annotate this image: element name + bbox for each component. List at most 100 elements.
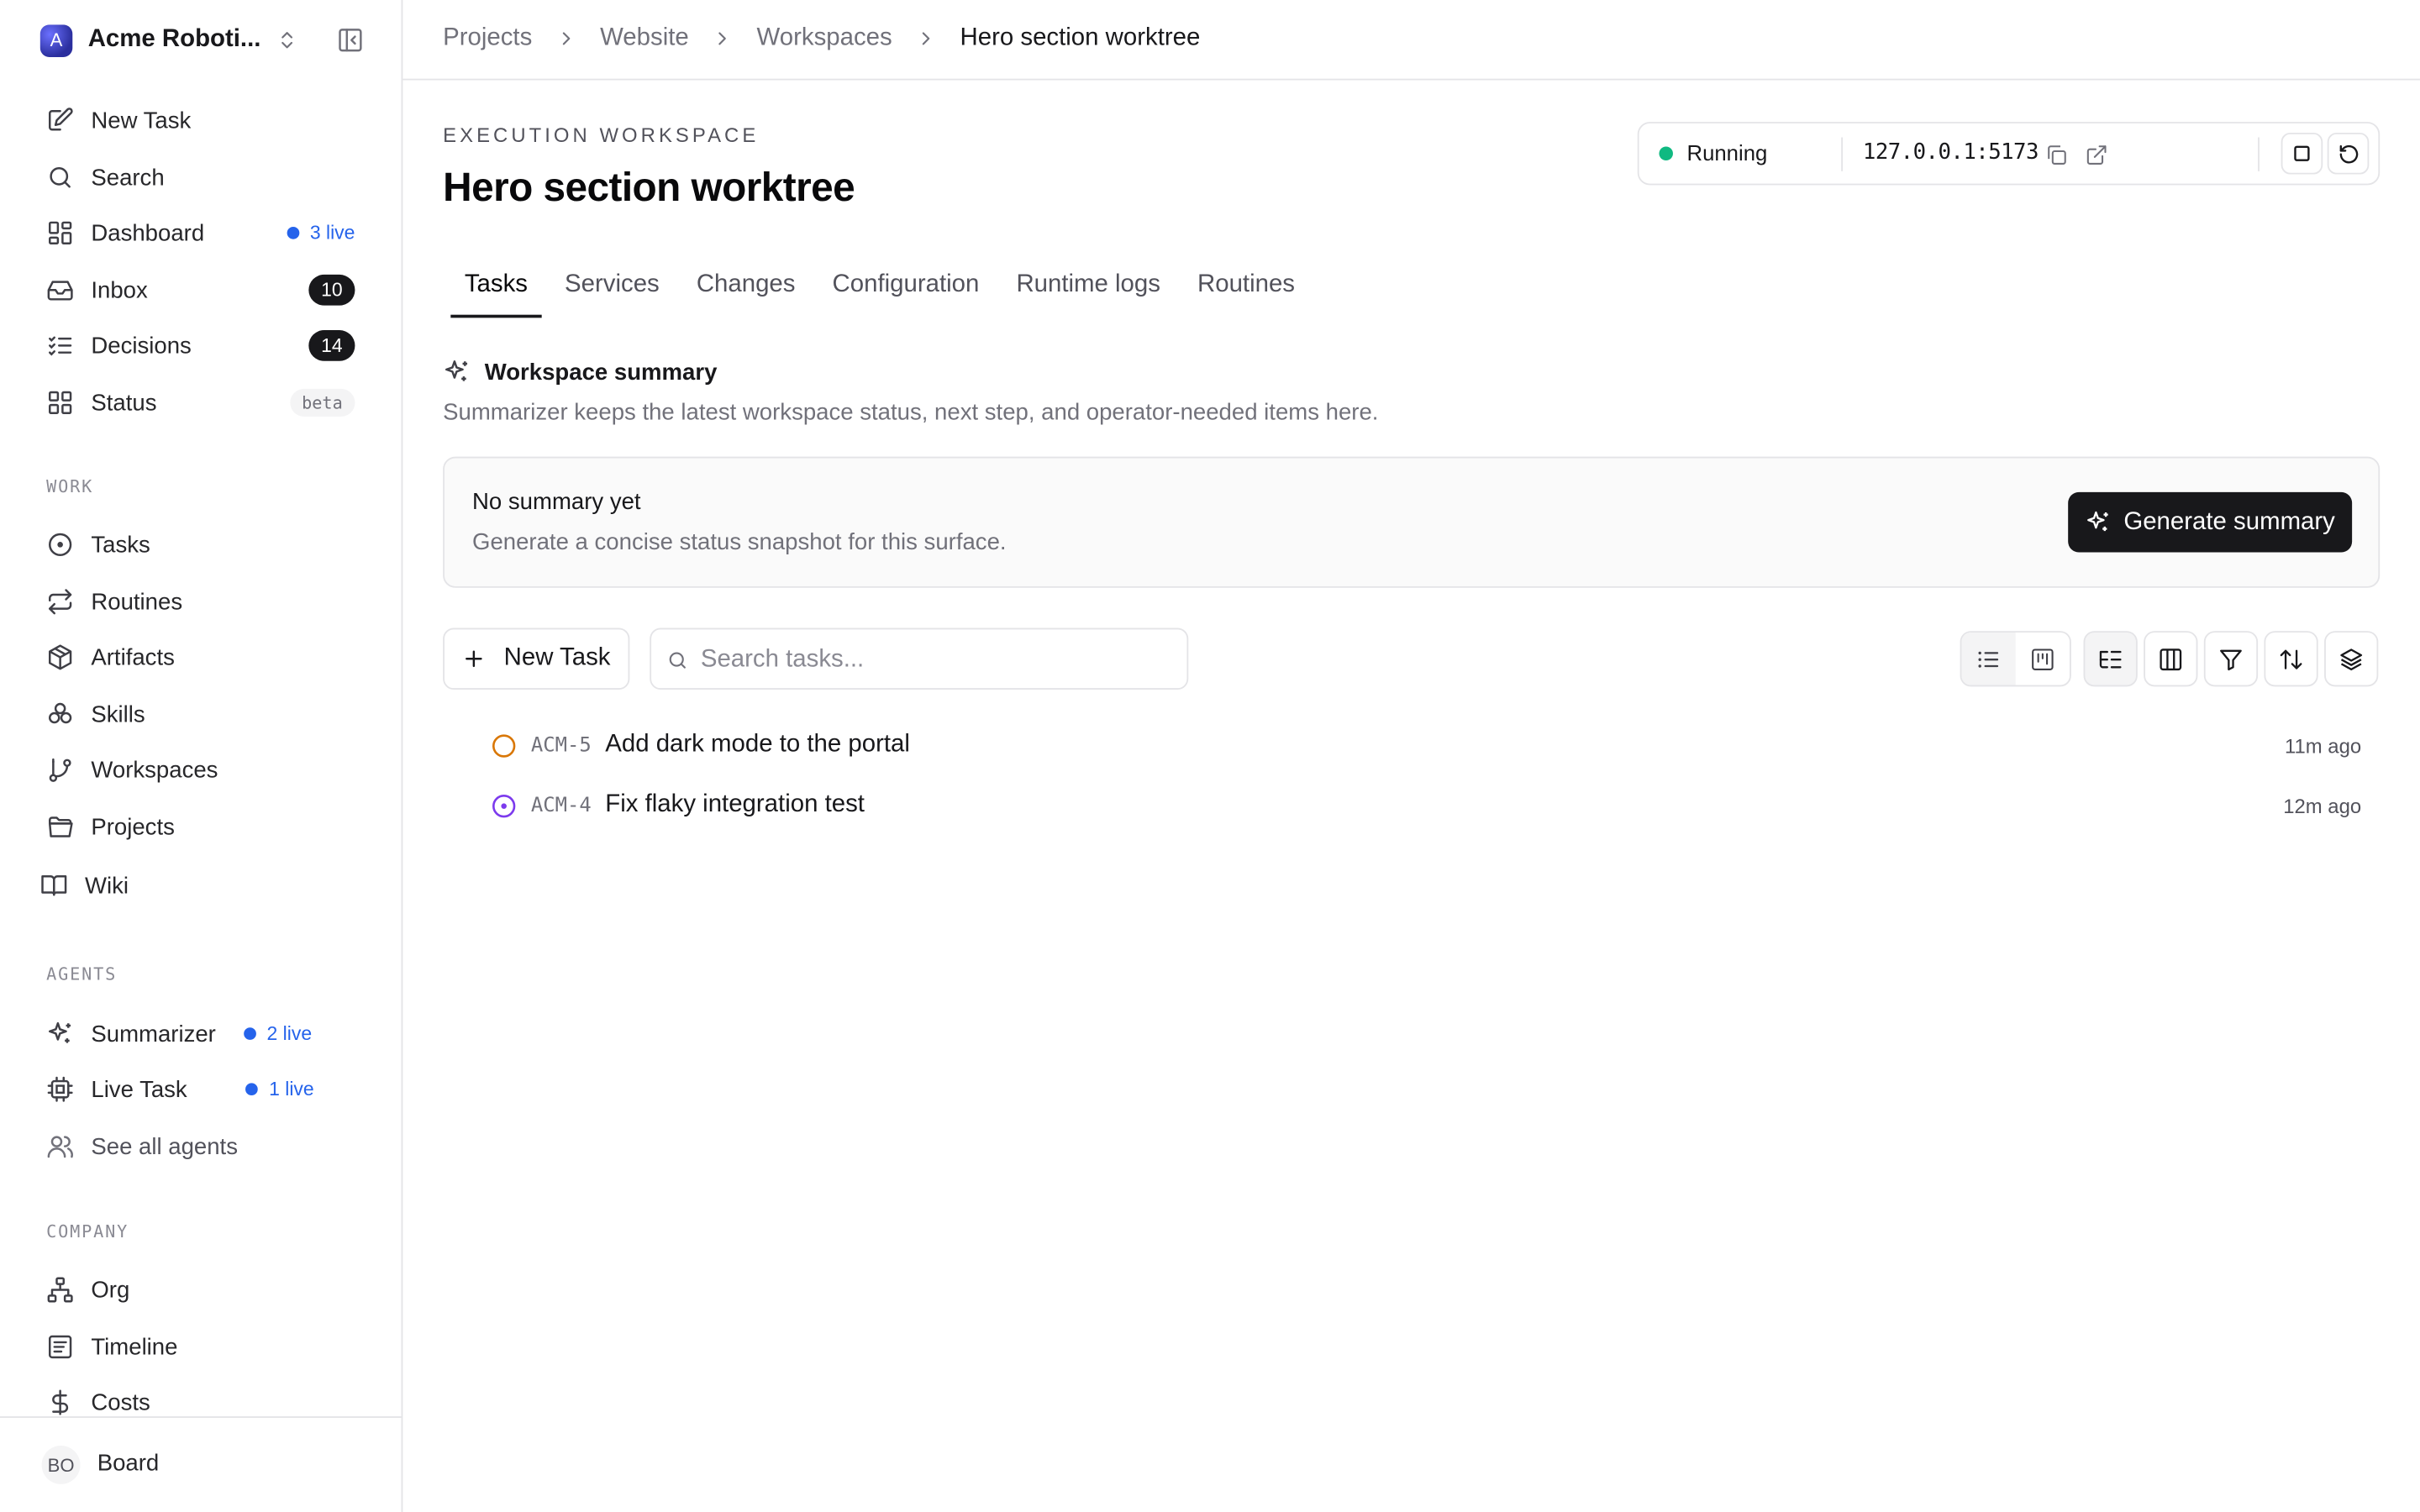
nav-label: Search [91, 164, 165, 191]
collapse-sidebar-icon[interactable] [336, 26, 364, 54]
nav-agent-live-task[interactable]: Live Task 1 live [46, 1071, 355, 1108]
breadcrumb-workspaces[interactable]: Workspaces [757, 24, 892, 52]
task-search [650, 627, 1189, 690]
chevron-right-icon [922, 32, 930, 45]
task-title: Add dark mode to the portal [605, 731, 910, 758]
new-task-button[interactable]: New Task [443, 627, 630, 690]
summary-empty-description: Generate a concise status snapshot for t… [472, 528, 1007, 556]
search-input[interactable] [700, 642, 1164, 680]
repeat-icon [48, 589, 72, 615]
chevron-right-icon [718, 32, 727, 45]
external-link-icon[interactable] [2085, 144, 2108, 167]
sort-button[interactable] [2264, 631, 2318, 687]
grid-icon [48, 391, 72, 415]
stop-icon [2294, 145, 2310, 161]
generate-summary-button[interactable]: Generate summary [2068, 491, 2353, 553]
book-icon [41, 875, 67, 896]
breadcrumb-current: Hero section worktree [960, 24, 1201, 51]
sparkles-icon [48, 1021, 71, 1043]
nav-wiki[interactable]: Wiki [40, 867, 349, 904]
task-key: ACM-5 [530, 733, 592, 757]
chevron-up-down-icon [281, 32, 293, 49]
nav-label: Summarizer [91, 1020, 216, 1047]
stop-button[interactable] [2281, 132, 2323, 175]
breadcrumb: Projects Website Workspaces Hero section… [443, 24, 1200, 52]
sort-icon [2280, 648, 2302, 669]
summary-card: No summary yet Generate a concise status… [443, 456, 2381, 588]
nav-search[interactable]: Search [46, 159, 355, 196]
tab-tasks[interactable]: Tasks [450, 256, 542, 318]
nav-label: Inbox [91, 276, 148, 303]
live-indicator: 1 live [245, 1079, 314, 1100]
breadcrumb-projects[interactable]: Projects [443, 24, 532, 52]
nav-routines[interactable]: Routines [46, 583, 355, 620]
refresh-icon [2338, 144, 2358, 163]
nav-label: Dashboard [91, 219, 205, 246]
copy-icon[interactable] [2045, 144, 2069, 167]
nav-dashboard[interactable]: Dashboard 3 live [46, 214, 355, 251]
board-name: Board [97, 1450, 160, 1477]
nav-label: New Task [91, 107, 192, 134]
nav-tasks[interactable]: Tasks [46, 526, 355, 563]
nested-view-button[interactable] [2083, 631, 2138, 687]
nav-workspaces[interactable]: Workspaces [46, 751, 355, 788]
edit-icon [48, 108, 73, 131]
task-row[interactable]: ACM-4 Fix flaky integration test 12m ago [491, 787, 2361, 824]
columns-button[interactable] [2144, 631, 2198, 687]
nav-label: Artifacts [91, 643, 175, 671]
board-view-button[interactable] [2016, 633, 2070, 685]
folder-icon [48, 816, 73, 837]
tab-configuration[interactable]: Configuration [833, 256, 980, 318]
nav-see-all-agents[interactable]: See all agents [46, 1128, 355, 1165]
beta-badge: beta [289, 388, 355, 417]
cpu-icon [47, 1076, 73, 1102]
tab-changes[interactable]: Changes [697, 256, 796, 318]
tab-runtime-logs[interactable]: Runtime logs [1016, 256, 1160, 318]
sidebar-footer[interactable]: BO Board [0, 1416, 402, 1512]
org-chart-icon [47, 1277, 73, 1303]
tab-services[interactable]: Services [565, 256, 660, 318]
search-icon [50, 166, 71, 188]
page-eyebrow: EXECUTION WORKSPACE [443, 123, 760, 147]
runtime-status: Running [1686, 140, 1768, 165]
nav-inbox[interactable]: Inbox 10 [46, 271, 355, 308]
sidebar: A Acme Roboti... New Task Search Dashboa… [0, 0, 403, 1512]
nav-decisions[interactable]: Decisions 14 [46, 327, 355, 364]
nav-agent-summarizer[interactable]: Summarizer 2 live [46, 1016, 355, 1053]
nav-skills[interactable]: Skills [46, 696, 355, 732]
avatar: BO [41, 1445, 81, 1484]
nav-label: Status [91, 389, 157, 416]
breadcrumb-website[interactable]: Website [600, 24, 689, 52]
topbar: Projects Website Workspaces Hero section… [402, 0, 2420, 81]
group-button[interactable] [2324, 631, 2379, 687]
status-in-progress-icon[interactable] [491, 792, 517, 818]
status-todo-icon[interactable] [491, 732, 517, 759]
nav-label: Timeline [91, 1333, 178, 1361]
users-icon [47, 1136, 73, 1158]
filter-button[interactable] [2203, 631, 2259, 687]
tab-routines[interactable]: Routines [1197, 256, 1295, 318]
running-status-dot [1659, 146, 1673, 161]
nav-new-task[interactable]: New Task [46, 102, 355, 139]
nav-artifacts[interactable]: Artifacts [46, 638, 355, 675]
live-dot [243, 1027, 256, 1040]
task-key: ACM-4 [530, 793, 592, 817]
search-icon [669, 652, 686, 669]
live-indicator: 3 live [287, 222, 355, 244]
org-switcher[interactable]: A Acme Roboti... [39, 24, 380, 57]
live-count: 3 live [309, 222, 355, 244]
nav-status[interactable]: Status beta [46, 384, 355, 421]
filter-icon [2220, 648, 2242, 670]
nav-costs[interactable]: Costs [46, 1384, 355, 1421]
page-title: Hero section worktree [443, 163, 855, 210]
nav-timeline[interactable]: Timeline [46, 1328, 355, 1365]
nav-label: Wiki [85, 872, 129, 899]
nav-projects[interactable]: Projects [46, 808, 355, 845]
columns-icon [2160, 648, 2182, 670]
runtime-panel: Running 127.0.0.1:5173 [1637, 122, 2381, 186]
list-view-button[interactable] [1961, 633, 2016, 685]
task-row[interactable]: ACM-5 Add dark mode to the portal 11m ag… [491, 727, 2361, 764]
runtime-url[interactable]: 127.0.0.1:5173 [1863, 140, 2039, 165]
restart-button[interactable] [2327, 132, 2370, 175]
nav-org[interactable]: Org [46, 1271, 355, 1308]
